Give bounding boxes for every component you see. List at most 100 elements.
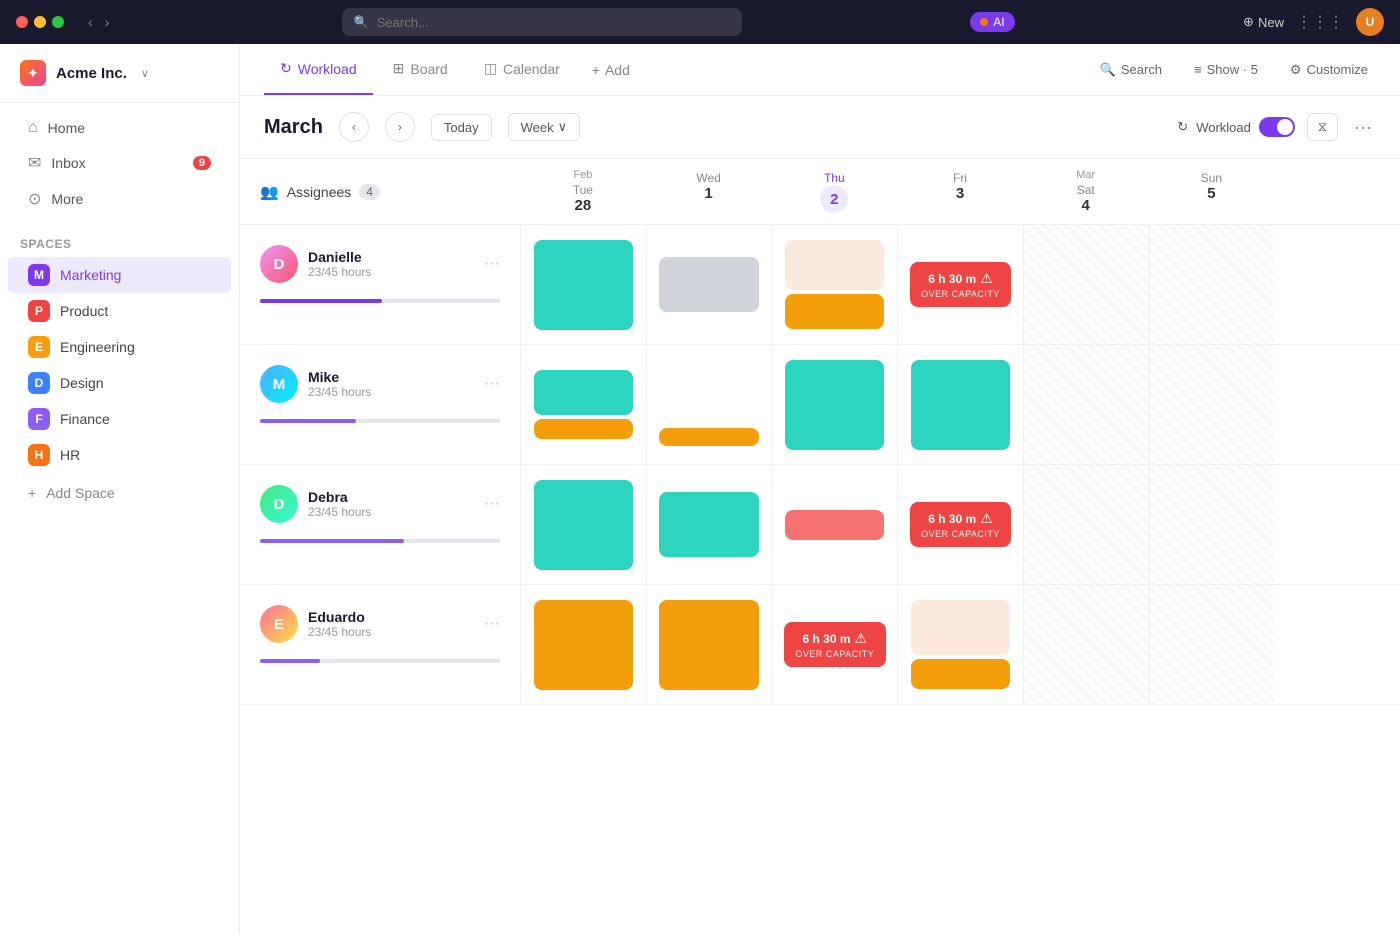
- customize-toolbar-btn[interactable]: ⚙ Customize: [1282, 56, 1376, 84]
- sidebar-item-hr[interactable]: H HR: [8, 437, 231, 473]
- inbox-badge: 9: [193, 156, 211, 170]
- task-block[interactable]: [534, 480, 633, 570]
- task-block[interactable]: [911, 600, 1010, 655]
- add-tab-button[interactable]: + Add: [580, 44, 642, 95]
- person-menu-button[interactable]: ···: [484, 495, 500, 513]
- task-block[interactable]: [785, 294, 884, 329]
- space-dot: H: [28, 444, 50, 466]
- search-toolbar-btn[interactable]: 🔍 Search: [1092, 56, 1170, 84]
- sidebar-item-inbox[interactable]: ✉ Inbox 9: [8, 145, 231, 181]
- cal-cell: [520, 585, 646, 704]
- workload-toggle-area: ↻ Workload: [1177, 117, 1295, 137]
- maximize-window[interactable]: [52, 16, 64, 28]
- tab-bar-right: 🔍 Search ≡ Show · 5 ⚙ Customize: [1092, 56, 1376, 84]
- chevron-down-icon: ∨: [558, 119, 568, 135]
- calendar-tab-icon: ◫: [484, 60, 497, 77]
- forward-button[interactable]: ›: [101, 12, 114, 32]
- task-block[interactable]: [659, 600, 758, 690]
- cal-cell: [646, 465, 772, 584]
- avatar: D: [260, 245, 298, 283]
- task-block[interactable]: [911, 659, 1010, 689]
- sidebar-item-product[interactable]: P Product: [8, 293, 231, 329]
- add-tab-icon: +: [592, 62, 600, 78]
- task-block[interactable]: [659, 257, 758, 312]
- person-progress: [260, 533, 500, 543]
- task-block[interactable]: [659, 492, 758, 557]
- over-capacity-block[interactable]: 6 h 30 m ⚠ OVER CAPACITY: [910, 262, 1011, 307]
- global-search-input[interactable]: [377, 15, 730, 30]
- global-search-bar[interactable]: 🔍: [342, 8, 742, 36]
- cal-header-thu2: Thu 2: [771, 159, 897, 224]
- person-name: Mike: [308, 369, 474, 385]
- cal-header-wed1: Wed 1: [646, 159, 772, 224]
- over-capacity-block[interactable]: 6 h 30 m ⚠ OVER CAPACITY: [910, 502, 1011, 547]
- sidebar-item-design[interactable]: D Design: [8, 365, 231, 401]
- cal-cell: [520, 345, 646, 464]
- task-block[interactable]: [534, 419, 633, 439]
- tab-workload[interactable]: ↻ Workload: [264, 44, 373, 95]
- task-block[interactable]: [785, 360, 884, 450]
- space-dot: F: [28, 408, 50, 430]
- show-toolbar-btn[interactable]: ≡ Show · 5: [1186, 56, 1266, 83]
- show-icon: ≡: [1194, 62, 1202, 77]
- progress-bar-fill: [260, 419, 356, 423]
- ai-badge[interactable]: AI: [970, 12, 1014, 32]
- workload-toggle[interactable]: [1259, 117, 1295, 137]
- grid-icon[interactable]: ⋮⋮⋮: [1296, 12, 1344, 32]
- assignees-label: Assignees: [287, 184, 352, 200]
- back-button[interactable]: ‹: [84, 12, 97, 32]
- cal-cell-weekend: [1023, 465, 1149, 584]
- minimize-window[interactable]: [34, 16, 46, 28]
- space-label: Product: [60, 303, 108, 319]
- sidebar-item-engineering[interactable]: E Engineering: [8, 329, 231, 365]
- person-menu-button[interactable]: ···: [484, 375, 500, 393]
- cal-header-sun5: Sun 5: [1149, 159, 1275, 224]
- task-block[interactable]: [659, 428, 758, 446]
- sidebar-item-finance[interactable]: F Finance: [8, 401, 231, 437]
- progress-bar-bg: [260, 419, 500, 423]
- next-month-button[interactable]: ›: [385, 112, 415, 142]
- sidebar-item-home[interactable]: ⌂ Home: [8, 111, 231, 145]
- task-block[interactable]: [534, 240, 633, 330]
- sidebar-item-more[interactable]: ⊙ More: [8, 181, 231, 217]
- sidebar-item-marketing[interactable]: M Marketing: [8, 257, 231, 293]
- person-menu-button[interactable]: ···: [484, 255, 500, 273]
- inbox-icon: ✉: [28, 153, 41, 173]
- prev-month-button[interactable]: ‹: [339, 112, 369, 142]
- filter-button[interactable]: ⧖: [1307, 113, 1338, 141]
- more-options-button[interactable]: ···: [1350, 113, 1376, 142]
- cal-cell-weekend: [1149, 345, 1275, 464]
- tab-calendar[interactable]: ◫ Calendar: [468, 44, 576, 95]
- person-details: Mike 23/45 hours: [308, 369, 474, 399]
- brand-chevron-icon: ∨: [141, 67, 149, 80]
- task-block[interactable]: [911, 360, 1010, 450]
- brand-area[interactable]: ✦ Acme Inc. ∨: [0, 44, 239, 103]
- avatar: E: [260, 605, 298, 643]
- progress-bar-bg: [260, 299, 500, 303]
- week-label: Week: [521, 120, 554, 135]
- sidebar-nav: ⌂ Home ✉ Inbox 9 ⊙ More: [0, 103, 239, 225]
- close-window[interactable]: [16, 16, 28, 28]
- person-info-eduardo: E Eduardo 23/45 hours ···: [240, 585, 520, 704]
- tab-board[interactable]: ⊞ Board: [377, 44, 464, 95]
- over-capacity-block[interactable]: 6 h 30 m ⚠ OVER CAPACITY: [784, 622, 885, 667]
- progress-bar-fill: [260, 539, 404, 543]
- space-label: Engineering: [60, 339, 135, 355]
- cal-cell: [646, 345, 772, 464]
- task-block[interactable]: [534, 600, 633, 690]
- cal-cell: [520, 465, 646, 584]
- task-block[interactable]: [534, 370, 633, 415]
- user-avatar[interactable]: U: [1356, 8, 1384, 36]
- new-button[interactable]: ⊕ New: [1243, 14, 1284, 30]
- person-top: M Mike 23/45 hours ···: [260, 365, 500, 403]
- task-block[interactable]: [785, 240, 884, 290]
- person-menu-button[interactable]: ···: [484, 615, 500, 633]
- add-space-button[interactable]: + Add Space: [8, 477, 231, 509]
- cal-cell: [897, 345, 1023, 464]
- task-block[interactable]: [785, 510, 884, 540]
- person-top: D Danielle 23/45 hours ···: [260, 245, 500, 283]
- week-dropdown[interactable]: Week ∨: [508, 113, 581, 141]
- assignees-icon: 👥: [260, 183, 279, 201]
- table-row: D Debra 23/45 hours ···: [240, 465, 1400, 585]
- today-button[interactable]: Today: [431, 114, 492, 141]
